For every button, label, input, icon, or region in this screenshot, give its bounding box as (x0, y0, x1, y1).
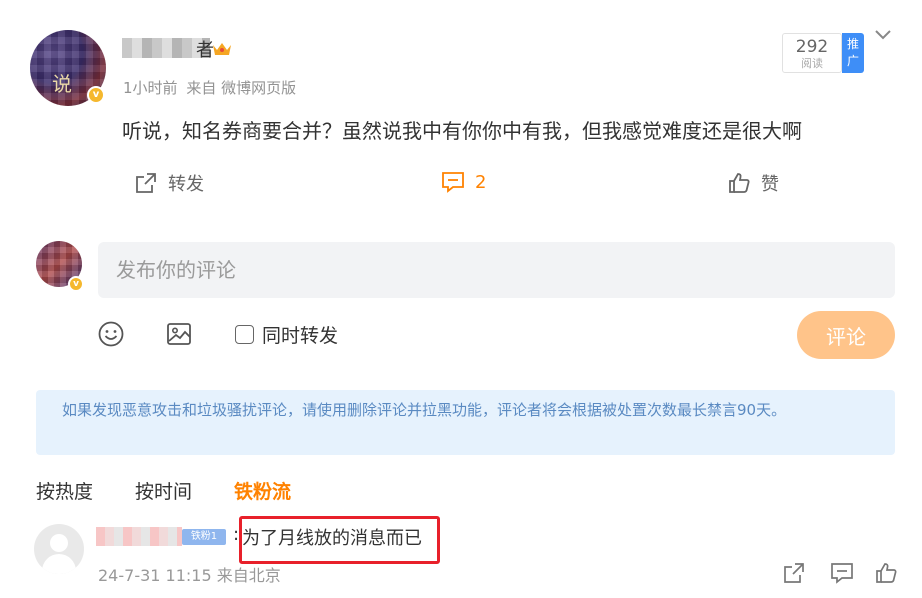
emoji-icon[interactable] (97, 320, 125, 348)
tab-by-time[interactable]: 按时间 (135, 477, 192, 504)
comment-repost-icon[interactable] (782, 561, 806, 585)
avatar-glyph: 说 (52, 72, 72, 96)
post-meta: 1小时前 来自 微博网页版 (123, 77, 300, 98)
read-label: 阅读 (801, 57, 823, 70)
iron-fan-badge: 铁粉1 (182, 529, 226, 545)
read-count: 292 (795, 37, 829, 57)
checkbox-box[interactable] (235, 325, 254, 344)
repost-button[interactable]: 转发 (134, 170, 204, 196)
comment-sort-tabs: 按热度 按时间 铁粉流 (36, 477, 291, 504)
image-icon[interactable] (165, 320, 193, 348)
tab-by-hot[interactable]: 按热度 (36, 477, 93, 504)
post-time[interactable]: 1小时前 (123, 79, 178, 97)
crown-icon[interactable] (212, 41, 232, 57)
repost-label: 转发 (168, 174, 204, 195)
verified-badge-icon: v (68, 276, 84, 292)
chevron-down-icon[interactable] (874, 28, 892, 42)
thumbs-up-icon (729, 173, 750, 193)
like-label: 赞 (761, 174, 779, 195)
repost-checkbox-label: 同时转发 (262, 325, 339, 347)
red-highlight-box (239, 516, 440, 564)
repost-icon (136, 173, 156, 193)
submit-comment-button[interactable]: 评论 (797, 311, 895, 359)
notice-banner: 如果发现恶意攻击和垃圾骚扰评论，请使用删除评论并拉黑功能，评论者将会根据被处置次… (36, 390, 895, 455)
avatar-head-shape (50, 534, 68, 552)
post-text: 听说，知名券商要合并？虽然说我中有你你中有我，但我感觉难度还是很大啊 (122, 119, 802, 143)
comment-icon (442, 172, 464, 193)
repost-checkbox[interactable]: 同时转发 (235, 321, 338, 348)
comment-like-icon[interactable] (874, 561, 898, 585)
promote-button[interactable]: 推广 (842, 33, 864, 73)
post-source: 来自 微博网页版 (186, 79, 297, 97)
read-count-box: 292 阅读 (782, 33, 842, 73)
commenter-name-blurred[interactable] (96, 527, 182, 546)
comment-time: 24-7-31 11:15 来自北京 (98, 566, 281, 585)
comment-input[interactable] (98, 242, 895, 298)
comment-count: 2 (475, 171, 487, 193)
tab-iron-fans[interactable]: 铁粉流 (234, 477, 291, 504)
avatar-body-shape (42, 554, 76, 574)
verified-badge-icon: v (87, 86, 105, 104)
comment-button[interactable]: 2 (441, 170, 486, 194)
like-button[interactable]: 赞 (727, 170, 779, 196)
commenter-avatar[interactable] (34, 524, 84, 574)
comment-reply-icon[interactable] (830, 561, 854, 585)
